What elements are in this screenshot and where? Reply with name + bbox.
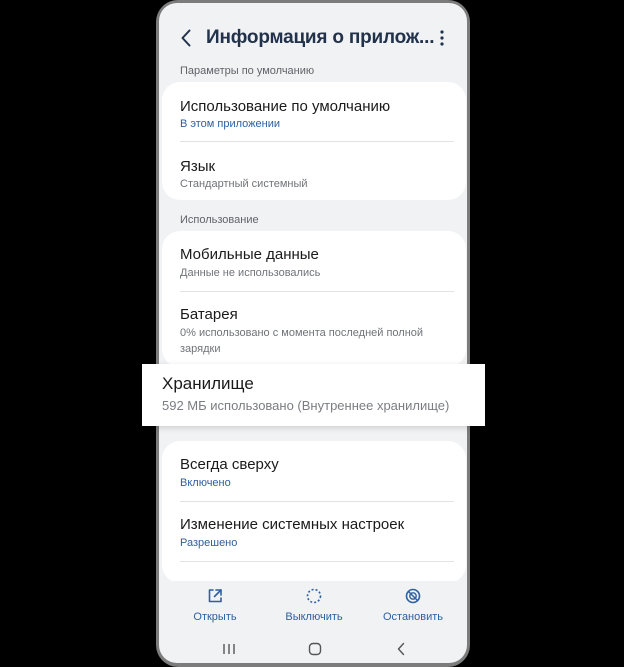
item-title: Батарея (180, 306, 238, 323)
recent-apps-icon (223, 644, 235, 654)
more-vert-icon (440, 30, 444, 46)
item-subtitle: Включено (180, 477, 231, 489)
divider (180, 501, 454, 502)
item-title: Использование по умолчанию (180, 98, 391, 115)
item-subtitle: Разрешено (180, 537, 238, 549)
nav-back-button[interactable] (393, 641, 409, 657)
item-subtitle: 0% использовано с момента последней полн… (180, 327, 424, 355)
advanced-card: Всегда сверху Включено Изменение системн… (162, 441, 466, 583)
section-label-usage: Использование (180, 214, 259, 226)
item-subtitle: Стандартный системный (180, 178, 308, 190)
app-bar: Информация о прилож... (159, 3, 467, 71)
item-title: Язык (180, 158, 216, 175)
bottom-action-bar: Открыть Выключить Остановить (159, 581, 467, 629)
storage-item-highlight[interactable]: Хранилище 592 МБ использовано (Внутренне… (142, 364, 485, 426)
storage-subtitle: 592 МБ использовано (Внутреннее хранилищ… (162, 398, 450, 413)
open-external-icon (208, 589, 222, 603)
usage-card: Мобильные данные Данные не использовалис… (162, 231, 466, 367)
back-button[interactable] (177, 27, 195, 49)
item-subtitle: В этом приложении (180, 118, 281, 130)
divider (180, 141, 454, 142)
disable-icon (306, 588, 322, 604)
divider (180, 291, 454, 292)
item-title: Всегда сверху (180, 456, 279, 473)
stop-button[interactable]: Остановить (368, 587, 458, 623)
storage-title: Хранилище (162, 374, 254, 393)
recent-apps-button[interactable] (221, 641, 237, 657)
defaults-card: Использование по умолчанию В этом прилож… (162, 82, 466, 200)
system-navigation-bar (159, 633, 467, 663)
open-button[interactable]: Открыть (170, 587, 260, 623)
disable-button[interactable]: Выключить (269, 587, 359, 623)
stop-icon (405, 588, 421, 604)
open-label: Открыть (193, 611, 237, 623)
more-options-button[interactable] (432, 27, 452, 49)
item-title: Изменение системных настроек (180, 516, 405, 533)
page-title: Информация о прилож... (206, 27, 435, 48)
item-title: Мобильные данные (180, 246, 319, 263)
chevron-left-icon (181, 29, 191, 47)
screen: Информация о прилож... Параметры по умол… (159, 3, 467, 663)
item-subtitle: Данные не использовались (180, 267, 321, 279)
back-arrow-icon (397, 642, 405, 656)
divider (180, 561, 454, 562)
home-icon (308, 642, 322, 656)
stop-label: Остановить (382, 611, 444, 623)
section-label-defaults: Параметры по умолчанию (180, 65, 315, 77)
home-button[interactable] (307, 641, 323, 657)
disable-label: Выключить (285, 611, 343, 623)
